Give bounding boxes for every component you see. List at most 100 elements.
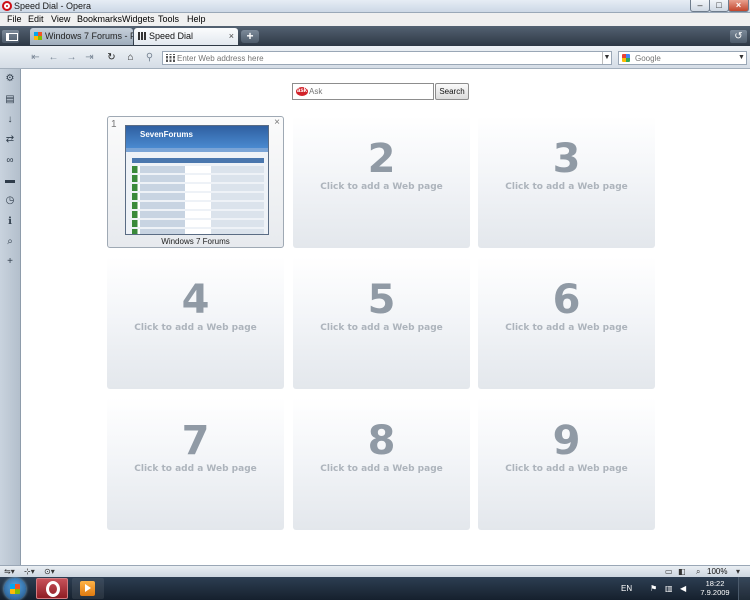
taskbar-media-player-button[interactable]: [72, 578, 104, 599]
ask-search-input[interactable]: [309, 85, 429, 98]
tab-label: Speed Dial: [149, 31, 194, 41]
slot-number: 8: [367, 418, 396, 464]
downloads-icon[interactable]: ↓: [3, 113, 17, 127]
slot-number: 3: [552, 136, 581, 182]
maximize-button[interactable]: □: [709, 0, 729, 12]
info-pin-icon[interactable]: ⚲: [141, 51, 158, 65]
menu-help[interactable]: Help: [187, 13, 206, 26]
windows-favicon-icon: [34, 32, 42, 40]
back-icon[interactable]: ←: [45, 51, 62, 65]
close-tab-icon[interactable]: ×: [229, 28, 234, 44]
speed-dial-slot-3[interactable]: 3 Click to add a Web page: [478, 116, 655, 248]
speed-dial-slot-8[interactable]: 8 Click to add a Web page: [293, 398, 470, 530]
title-bar: Speed Dial - Opera – □ ×: [0, 0, 750, 13]
slot-number: 7: [181, 418, 210, 464]
speed-dial-slot-5[interactable]: 5 Click to add a Web page: [293, 257, 470, 389]
status-bar: ⇋▾ ⊹▾ ⊙▾ ▭ ◧ ⌕ 100% ▾: [0, 565, 750, 577]
menu-bookmarks[interactable]: Bookmarks: [77, 13, 122, 26]
windows-taskbar: EN ⚑ ▥ ◀ 18:22 7.9.2009 г.: [0, 577, 750, 600]
address-bar[interactable]: ▼: [162, 51, 612, 65]
menu-file[interactable]: File: [7, 13, 22, 26]
info-icon[interactable]: ℹ: [3, 215, 17, 229]
slot-hint: Click to add a Web page: [134, 323, 257, 333]
menu-bar: File Edit View Bookmarks Widgets Tools H…: [0, 13, 750, 26]
history-icon[interactable]: ◷: [3, 194, 17, 208]
media-player-icon: [80, 581, 95, 596]
panel-toggle-button[interactable]: [2, 30, 19, 43]
slot-number: 5: [367, 277, 396, 323]
volume-icon[interactable]: ◀: [680, 577, 686, 600]
slot-hint: Click to add a Web page: [505, 323, 628, 333]
page-thumbnail: SevenForums: [125, 125, 269, 235]
thumbnail-logo: SevenForums: [140, 130, 193, 139]
chevron-down-icon[interactable]: ▼: [737, 52, 746, 64]
search-icon[interactable]: ⌕: [3, 235, 17, 249]
slot-number: 6: [552, 277, 581, 323]
slot-number: 9: [552, 418, 581, 464]
side-panel: ⚙ ▤ ↓ ⇄ ∞ ▬ ◷ ℹ ⌕ +: [0, 69, 21, 565]
slot-hint: Click to add a Web page: [505, 464, 628, 474]
fast-forward-icon[interactable]: ⇥: [81, 51, 98, 65]
notes-icon[interactable]: ▤: [3, 93, 17, 107]
search-engine-input[interactable]: [635, 52, 735, 64]
tab-windows7forums[interactable]: Windows 7 Forums - P...: [30, 28, 133, 45]
slot-number: 4: [181, 277, 210, 323]
speed-dial-slot-2[interactable]: 2 Click to add a Web page: [293, 116, 470, 248]
speed-dial-page: ask Search 1 × SevenForums Windows 7 For…: [22, 70, 750, 565]
speed-dial-grid-icon: [166, 54, 175, 63]
clock-time: 18:22: [705, 579, 725, 588]
network-tray-icon[interactable]: ▥: [665, 577, 673, 600]
flag-icon[interactable]: ⚑: [650, 577, 657, 600]
menu-view[interactable]: View: [51, 13, 70, 26]
speed-dial-slot-4[interactable]: 4 Click to add a Web page: [107, 257, 284, 389]
menu-tools[interactable]: Tools: [158, 13, 179, 26]
add-panel-icon[interactable]: +: [3, 255, 17, 269]
links-icon[interactable]: ∞: [3, 154, 17, 168]
speed-dial-slot-1[interactable]: 1 × SevenForums Windows 7 Forums: [107, 116, 284, 248]
clock-date: 7.9.2009 г.: [700, 588, 730, 600]
google-icon: [622, 54, 630, 62]
opera-logo-icon: [2, 1, 12, 11]
home-icon[interactable]: ⌂: [122, 51, 139, 65]
opera-icon: [46, 581, 60, 597]
windows-panel-icon[interactable]: ▬: [3, 174, 17, 188]
tab-speed-dial[interactable]: Speed Dial ×: [134, 28, 238, 45]
search-button[interactable]: Search: [435, 83, 469, 100]
start-button[interactable]: [4, 578, 26, 600]
address-input[interactable]: [177, 52, 597, 64]
speed-dial-slot-7[interactable]: 7 Click to add a Web page: [107, 398, 284, 530]
reload-icon[interactable]: ↻: [103, 51, 120, 65]
slot-hint: Click to add a Web page: [320, 182, 443, 192]
forward-icon[interactable]: →: [63, 51, 80, 65]
navigation-toolbar: ⇤ ← → ⇥ ↻ ⌂ ⚲ ▼ ▼: [0, 46, 750, 69]
show-desktop-button[interactable]: [738, 577, 750, 600]
closed-tabs-trash-icon[interactable]: ↺: [730, 30, 747, 43]
speed-dial-slot-9[interactable]: 9 Click to add a Web page: [478, 398, 655, 530]
clock[interactable]: 18:22 7.9.2009 г.: [700, 579, 730, 600]
speed-dial-grid-icon: [138, 32, 146, 40]
slot-number: 1: [111, 119, 117, 130]
minimize-button[interactable]: –: [690, 0, 710, 12]
slot-hint: Click to add a Web page: [505, 182, 628, 192]
language-indicator[interactable]: EN: [621, 577, 632, 600]
chevron-down-icon[interactable]: ▼: [602, 52, 611, 64]
close-window-button[interactable]: ×: [728, 0, 749, 12]
close-icon[interactable]: ×: [274, 117, 280, 128]
taskbar-opera-button[interactable]: [36, 578, 68, 599]
slot-hint: Click to add a Web page: [134, 464, 257, 474]
slot-number: 2: [367, 136, 396, 182]
menu-edit[interactable]: Edit: [28, 13, 44, 26]
ask-search-box[interactable]: ask: [292, 83, 434, 100]
speed-dial-slot-6[interactable]: 6 Click to add a Web page: [478, 257, 655, 389]
search-field[interactable]: ▼: [618, 51, 747, 65]
new-tab-button[interactable]: +: [241, 30, 259, 43]
tab-label: Windows 7 Forums - P...: [45, 31, 133, 41]
slot-title: Windows 7 Forums: [161, 237, 230, 246]
panel-settings-icon[interactable]: ⚙: [3, 72, 17, 86]
menu-widgets[interactable]: Widgets: [122, 13, 155, 26]
ask-logo-icon: ask: [296, 87, 308, 96]
share-icon[interactable]: ⇄: [3, 133, 17, 147]
slot-hint: Click to add a Web page: [320, 464, 443, 474]
window-title: Speed Dial - Opera: [14, 1, 92, 11]
rewind-icon[interactable]: ⇤: [27, 51, 44, 65]
